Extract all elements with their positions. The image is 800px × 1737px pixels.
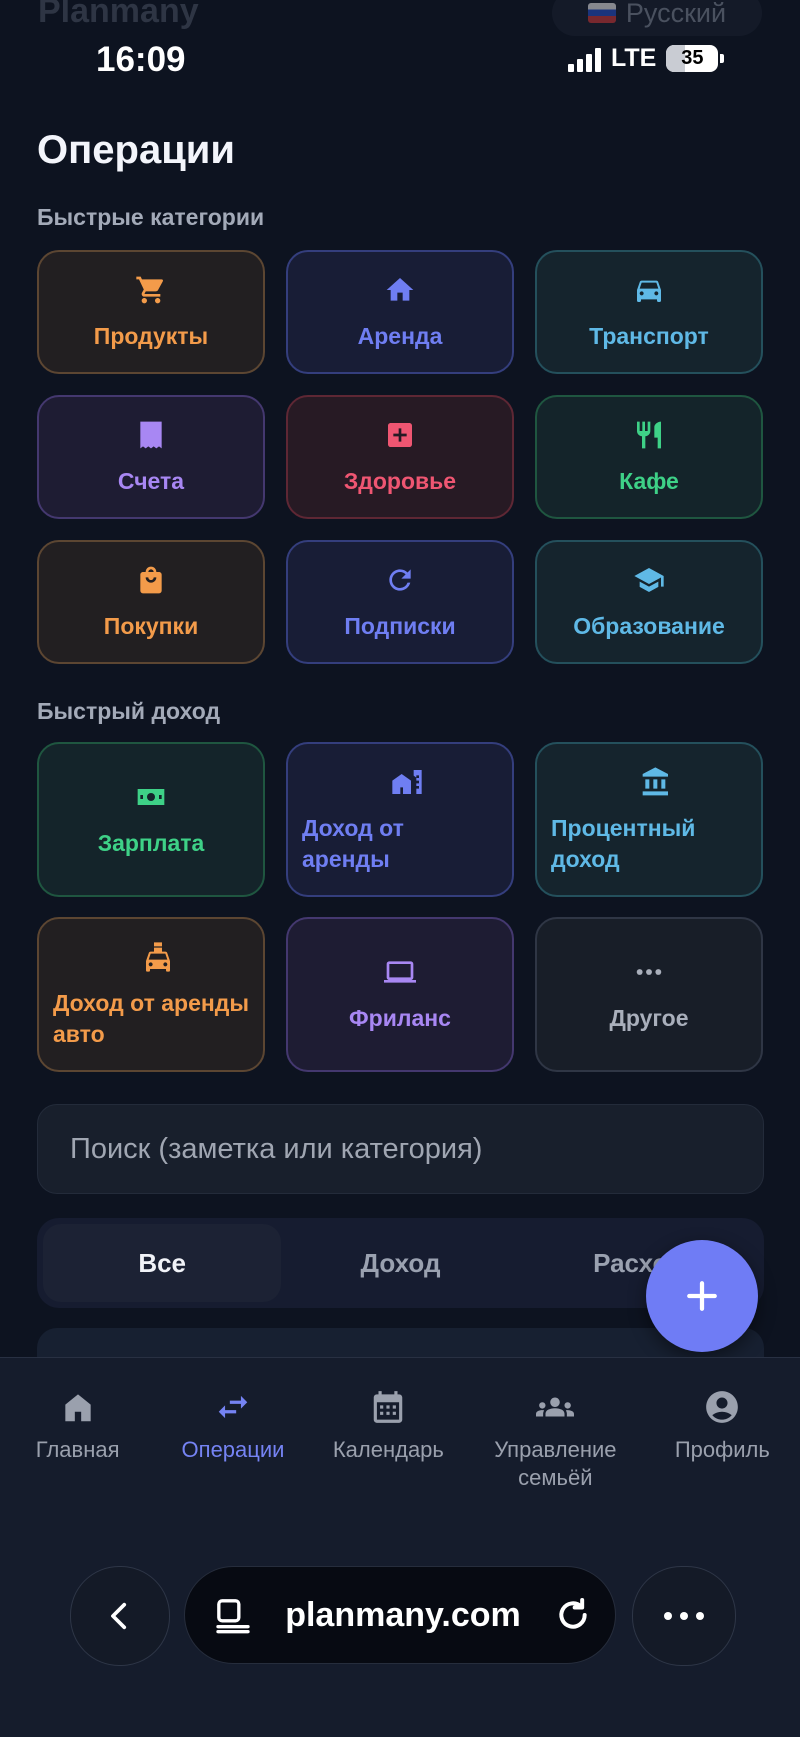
top-overlay: Planmany Русский: [0, 0, 800, 36]
reload-icon[interactable]: [553, 1595, 593, 1635]
tile-label: Зарплата: [97, 830, 205, 856]
nav-label: Управление семьёй: [494, 1437, 617, 1490]
language-switcher[interactable]: Русский: [552, 0, 762, 36]
income-interest-button[interactable]: Процентный доход: [535, 742, 763, 897]
tile-label: Фриланс: [349, 1005, 451, 1031]
tile-label: Аренда: [357, 322, 443, 349]
address-bar[interactable]: planmany.com: [184, 1566, 616, 1664]
car-icon: [632, 273, 666, 307]
nav-label: Календарь: [332, 1437, 444, 1462]
laptop-icon: [383, 955, 417, 989]
more-icon: [664, 1612, 704, 1620]
tile-label: Кафе: [619, 467, 679, 494]
category-bills-button[interactable]: Счета: [37, 395, 265, 519]
profile-icon: [706, 1391, 739, 1423]
tile-label: Здоровье: [343, 467, 457, 494]
tile-label: Образование: [573, 612, 725, 639]
search-field[interactable]: [37, 1104, 764, 1194]
network-type: LTE: [611, 44, 657, 72]
page-menu-icon[interactable]: [213, 1595, 253, 1635]
category-products-button[interactable]: Продукты: [37, 250, 265, 374]
tile-label: Продукты: [93, 322, 209, 349]
quick-categories-heading: Быстрые категории: [37, 204, 265, 230]
group-icon: [536, 1397, 575, 1417]
medical-icon: [383, 418, 417, 452]
search-input[interactable]: [68, 1131, 752, 1167]
category-subscriptions-button[interactable]: Подписки: [286, 540, 514, 664]
tile-label: Счета: [117, 467, 185, 494]
income-salary-button[interactable]: Зарплата: [37, 742, 265, 897]
graduation-cap-icon: [632, 563, 666, 597]
plus-icon: [687, 1281, 717, 1311]
chevron-left-icon: [111, 1602, 127, 1630]
tile-label: Другое: [609, 1005, 689, 1031]
quick-categories-grid: Продукты Аренда Транспорт Счета Здоровье…: [37, 250, 764, 664]
battery-icon: 35: [666, 45, 725, 72]
russian-flag-icon: [587, 3, 616, 23]
back-button[interactable]: [70, 1566, 170, 1666]
filter-income-tab[interactable]: Доход: [281, 1224, 519, 1302]
receipt-icon: [134, 418, 168, 452]
bottom-navigation: Главная Операции Календарь Управление се…: [0, 1357, 800, 1737]
quick-income-grid: Зарплата Доход от аренды Процентный дохо…: [37, 742, 764, 1072]
tile-label: Подписки: [344, 612, 456, 639]
app-brand: Planmany: [38, 0, 199, 30]
shopping-bag-icon: [134, 563, 168, 597]
swap-icon: [218, 1395, 248, 1419]
page-title: Операции: [37, 128, 235, 172]
category-cafe-button[interactable]: Кафе: [535, 395, 763, 519]
nav-family[interactable]: Управление семьёй: [466, 1388, 645, 1492]
income-freelance-button[interactable]: Фриланс: [286, 917, 514, 1072]
quick-income-heading: Быстрый доход: [37, 698, 221, 724]
buildings-icon: [390, 765, 424, 799]
nav-label: Профиль: [674, 1437, 770, 1462]
home-icon: [65, 1394, 91, 1422]
category-rent-button[interactable]: Аренда: [286, 250, 514, 374]
nav-profile[interactable]: Профиль: [645, 1388, 800, 1492]
calendar-icon: [374, 1391, 403, 1423]
money-icon: [134, 780, 168, 814]
nav-home[interactable]: Главная: [0, 1388, 155, 1492]
income-other-button[interactable]: Другое: [535, 917, 763, 1072]
tile-label: Транспорт: [589, 322, 709, 349]
tile-label: Покупки: [103, 612, 199, 639]
category-shopping-button[interactable]: Покупки: [37, 540, 265, 664]
bank-icon: [639, 765, 673, 799]
category-education-button[interactable]: Образование: [535, 540, 763, 664]
battery-percent: 35: [681, 47, 704, 69]
category-transport-button[interactable]: Транспорт: [535, 250, 763, 374]
status-time: 16:09: [96, 40, 186, 79]
status-indicators: LTE 35: [568, 44, 725, 73]
more-options-button[interactable]: [632, 1566, 736, 1666]
category-health-button[interactable]: Здоровье: [286, 395, 514, 519]
language-label: Русский: [625, 0, 727, 28]
tile-label: Доход от аренды авто: [53, 989, 249, 1047]
nav-operations[interactable]: Операции: [155, 1388, 310, 1492]
browser-toolbar: planmany.com: [0, 1566, 800, 1676]
home-icon: [383, 273, 417, 307]
nav-label: Операции: [181, 1437, 285, 1462]
add-transaction-button[interactable]: [646, 1240, 758, 1352]
refresh-icon: [383, 563, 417, 597]
tile-label: Процентный доход: [551, 814, 696, 872]
income-rent-button[interactable]: Доход от аренды: [286, 742, 514, 897]
income-car-rent-button[interactable]: Доход от аренды авто: [37, 917, 265, 1072]
tile-label: Доход от аренды: [302, 814, 404, 872]
more-icon: [632, 955, 666, 989]
signal-icon: [568, 46, 601, 72]
filter-all-tab[interactable]: Все: [43, 1224, 282, 1302]
url-text: planmany.com: [285, 1595, 521, 1634]
nav-calendar[interactable]: Календарь: [311, 1388, 466, 1492]
cart-icon: [134, 273, 168, 307]
nav-label: Главная: [35, 1437, 120, 1462]
restaurant-icon: [632, 418, 666, 452]
taxi-icon: [141, 940, 175, 974]
